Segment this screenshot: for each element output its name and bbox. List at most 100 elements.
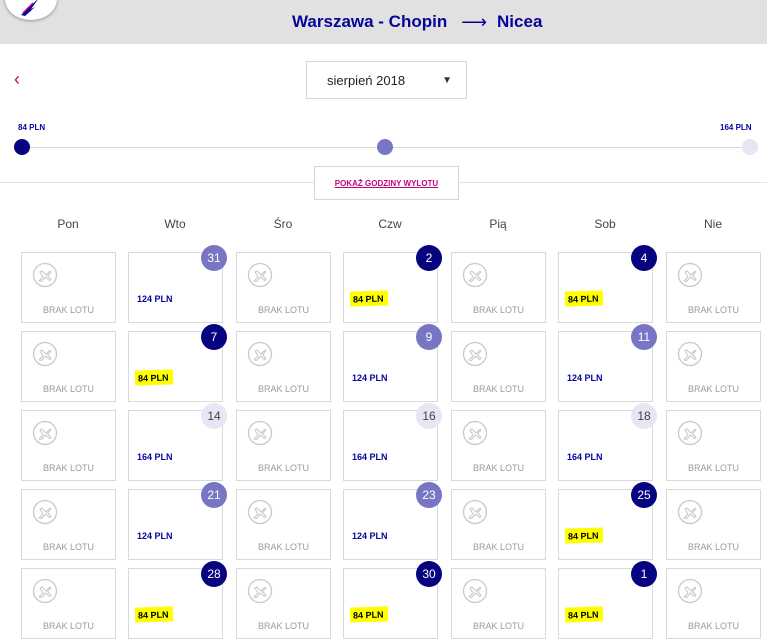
calendar-day-no-flight: BRAK LOTU bbox=[666, 410, 761, 481]
plane-icon bbox=[32, 578, 58, 609]
previous-month-button[interactable]: ‹ bbox=[14, 70, 20, 88]
no-flight-label: BRAK LOTU bbox=[687, 621, 739, 631]
plane-icon bbox=[32, 499, 58, 530]
calendar-day-no-flight: BRAK LOTU bbox=[236, 252, 331, 323]
day-number-badge: 16 bbox=[416, 403, 442, 429]
no-flight-label: BRAK LOTU bbox=[472, 621, 524, 631]
weekday-label: Czw bbox=[378, 217, 402, 231]
plane-icon bbox=[247, 420, 273, 451]
caret-down-icon: ▼ bbox=[442, 75, 452, 86]
header-bar: Warszawa - Chopin ⟶ Nicea bbox=[0, 0, 767, 44]
no-flight-label: BRAK LOTU bbox=[42, 463, 94, 473]
no-flight-label: BRAK LOTU bbox=[257, 542, 309, 552]
chevron-left-icon: ‹ bbox=[14, 69, 20, 89]
flight-price: 164 PLN bbox=[352, 452, 388, 462]
day-number-badge: 28 bbox=[201, 561, 227, 587]
no-flight-label: BRAK LOTU bbox=[257, 463, 309, 473]
no-flight-label: BRAK LOTU bbox=[687, 542, 739, 552]
no-flight-label: BRAK LOTU bbox=[42, 621, 94, 631]
day-number-badge: 30 bbox=[416, 561, 442, 587]
weekday-label: Wto bbox=[164, 217, 186, 231]
flight-price: 84 PLN bbox=[564, 606, 603, 623]
month-select[interactable]: sierpień 2018 ▼ bbox=[306, 61, 467, 99]
logo-badge[interactable] bbox=[5, 0, 57, 20]
flight-price: 164 PLN bbox=[567, 452, 603, 462]
no-flight-label: BRAK LOTU bbox=[257, 305, 309, 315]
plane-icon bbox=[247, 578, 273, 609]
day-number-badge: 14 bbox=[201, 403, 227, 429]
calendar-day-no-flight: BRAK LOTU bbox=[21, 568, 116, 639]
day-number-badge: 7 bbox=[201, 324, 227, 350]
day-number-badge: 23 bbox=[416, 482, 442, 508]
flight-price: 84 PLN bbox=[349, 606, 388, 623]
flight-price: 164 PLN bbox=[137, 452, 173, 462]
price-scale-dot-high bbox=[742, 139, 758, 155]
calendar-day-no-flight: BRAK LOTU bbox=[666, 568, 761, 639]
route-title: Warszawa - Chopin ⟶ Nicea bbox=[292, 11, 542, 33]
no-flight-label: BRAK LOTU bbox=[472, 463, 524, 473]
calendar-day-no-flight: BRAK LOTU bbox=[21, 252, 116, 323]
flight-price: 84 PLN bbox=[134, 369, 173, 386]
calendar-day-no-flight: BRAK LOTU bbox=[451, 252, 546, 323]
plane-icon bbox=[32, 341, 58, 372]
flight-price: 124 PLN bbox=[137, 531, 173, 541]
calendar-day-no-flight: BRAK LOTU bbox=[451, 489, 546, 560]
flight-price: 124 PLN bbox=[137, 294, 173, 304]
day-number-badge: 4 bbox=[631, 245, 657, 271]
day-number-badge: 2 bbox=[416, 245, 442, 271]
calendar-day-no-flight: BRAK LOTU bbox=[236, 568, 331, 639]
no-flight-label: BRAK LOTU bbox=[472, 305, 524, 315]
weekday-label: Nie bbox=[703, 217, 722, 231]
weekday-label: Pon bbox=[57, 217, 79, 231]
plane-icon bbox=[32, 420, 58, 451]
no-flight-label: BRAK LOTU bbox=[687, 463, 739, 473]
day-number-badge: 31 bbox=[201, 245, 227, 271]
price-scale-dot-low bbox=[14, 139, 30, 155]
weekday-label: Sob bbox=[594, 217, 616, 231]
flight-price: 84 PLN bbox=[134, 606, 173, 623]
price-scale-dot-mid bbox=[377, 139, 393, 155]
calendar-day-no-flight: BRAK LOTU bbox=[21, 410, 116, 481]
price-scale-max: 164 PLN bbox=[720, 123, 752, 132]
calendar-day-no-flight: BRAK LOTU bbox=[236, 331, 331, 402]
no-flight-label: BRAK LOTU bbox=[42, 305, 94, 315]
plane-icon bbox=[677, 341, 703, 372]
plane-icon bbox=[677, 420, 703, 451]
calendar-day-no-flight: BRAK LOTU bbox=[236, 410, 331, 481]
flight-price: 84 PLN bbox=[564, 290, 603, 307]
calendar-day-no-flight: BRAK LOTU bbox=[236, 489, 331, 560]
plane-icon bbox=[677, 499, 703, 530]
plane-icon bbox=[247, 499, 273, 530]
no-flight-label: BRAK LOTU bbox=[472, 384, 524, 394]
flight-price: 124 PLN bbox=[567, 373, 603, 383]
plane-icon bbox=[677, 262, 703, 293]
flight-calendar-page: Warszawa - Chopin ⟶ Nicea ‹ sierpień 201… bbox=[0, 0, 767, 644]
no-flight-label: BRAK LOTU bbox=[257, 384, 309, 394]
plane-icon bbox=[247, 262, 273, 293]
route-arrow-icon: ⟶ bbox=[461, 11, 488, 32]
flight-price: 84 PLN bbox=[349, 290, 388, 307]
calendar-day-no-flight: BRAK LOTU bbox=[21, 489, 116, 560]
no-flight-label: BRAK LOTU bbox=[42, 542, 94, 552]
day-number-badge: 11 bbox=[631, 324, 657, 350]
plane-icon bbox=[677, 578, 703, 609]
month-select-value: sierpień 2018 bbox=[327, 72, 406, 88]
day-number-badge: 1 bbox=[631, 561, 657, 587]
flight-price: 124 PLN bbox=[352, 531, 388, 541]
plane-icon bbox=[462, 499, 488, 530]
calendar-day-no-flight: BRAK LOTU bbox=[451, 410, 546, 481]
plane-icon bbox=[462, 420, 488, 451]
price-scale-min: 84 PLN bbox=[18, 123, 46, 132]
calendar-day-no-flight: BRAK LOTU bbox=[21, 331, 116, 402]
day-number-badge: 25 bbox=[631, 482, 657, 508]
show-departure-hours-button[interactable]: POKAŻ GODZINY WYLOTU bbox=[314, 166, 459, 200]
plane-icon bbox=[32, 262, 58, 293]
day-number-badge: 9 bbox=[416, 324, 442, 350]
plane-icon bbox=[462, 578, 488, 609]
day-number-badge: 18 bbox=[631, 403, 657, 429]
calendar-day-no-flight: BRAK LOTU bbox=[451, 331, 546, 402]
no-flight-label: BRAK LOTU bbox=[257, 621, 309, 631]
origin-city: Warszawa - Chopin bbox=[292, 12, 448, 31]
flight-price: 84 PLN bbox=[564, 527, 603, 544]
weekday-label: Śro bbox=[273, 217, 293, 231]
